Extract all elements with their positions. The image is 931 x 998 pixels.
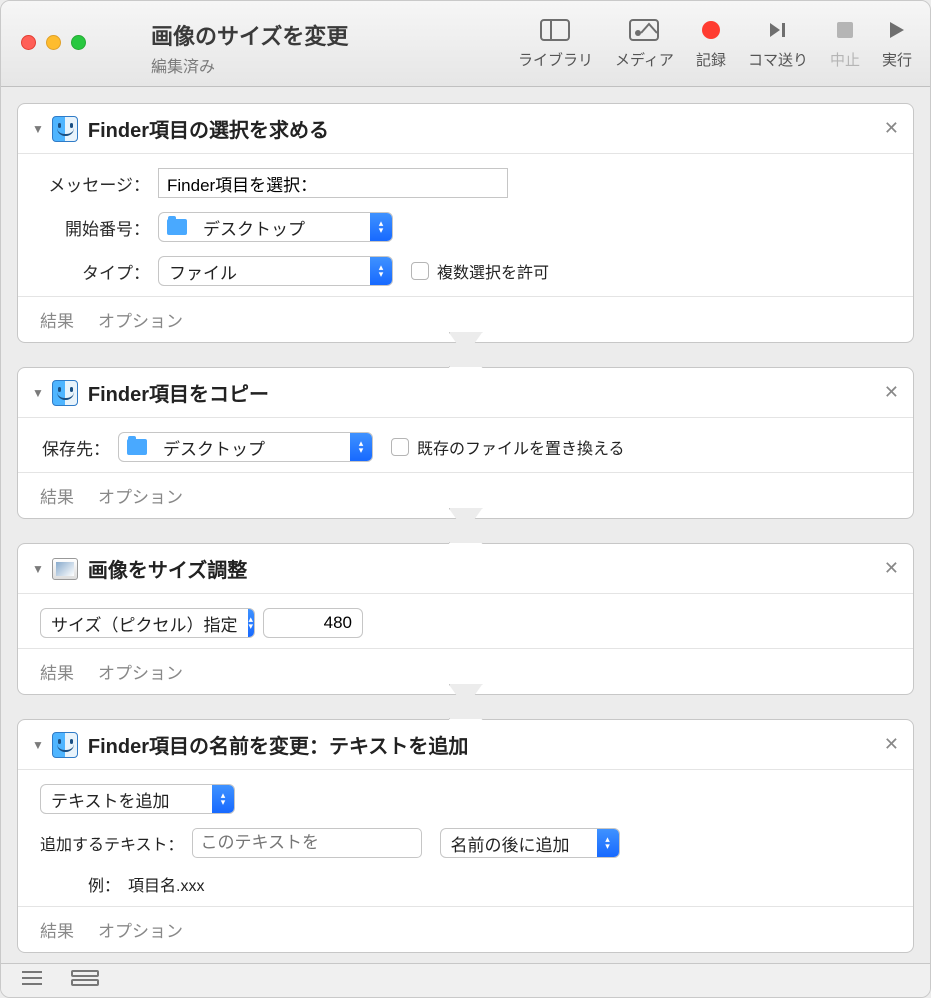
- start-in-label: 開始番号：: [40, 215, 150, 240]
- media-icon: [629, 15, 659, 45]
- results-button[interactable]: 結果: [40, 917, 74, 942]
- toolbar: ライブラリ メディア 記録 コマ送り: [518, 15, 912, 70]
- scale-mode-value: サイズ（ピクセル）指定: [41, 611, 248, 636]
- action-title: 画像をサイズ調整: [88, 554, 884, 583]
- toolbar-step-button[interactable]: コマ送り: [748, 15, 808, 70]
- type-value: ファイル: [159, 259, 370, 284]
- disclosure-triangle-icon[interactable]: ▼: [32, 562, 44, 576]
- window-minimize-button[interactable]: [46, 35, 61, 50]
- action-remove-button[interactable]: ✕: [884, 118, 899, 139]
- size-input[interactable]: [263, 608, 363, 638]
- workflow-canvas[interactable]: ▼ Finder項目の選択を求める ✕ メッセージ： 開始番号： デスクトップ: [1, 87, 930, 963]
- disclosure-triangle-icon[interactable]: ▼: [32, 738, 44, 752]
- rename-mode-popup[interactable]: テキストを追加: [40, 784, 235, 814]
- disclosure-triangle-icon[interactable]: ▼: [32, 386, 44, 400]
- add-text-input[interactable]: [192, 828, 422, 858]
- action-title: Finder項目の選択を求める: [88, 114, 884, 143]
- step-icon: [767, 15, 789, 45]
- finder-icon: [52, 116, 78, 142]
- message-input[interactable]: [158, 168, 508, 198]
- toolbar-record-button[interactable]: 記録: [696, 15, 726, 70]
- rename-mode-value: テキストを追加: [41, 787, 212, 812]
- toolbar-media-label: メディア: [615, 49, 674, 70]
- scale-mode-popup[interactable]: サイズ（ピクセル）指定: [40, 608, 255, 638]
- window-close-button[interactable]: [21, 35, 36, 50]
- options-button[interactable]: オプション: [98, 307, 183, 332]
- results-button[interactable]: 結果: [40, 307, 74, 332]
- text-position-popup[interactable]: 名前の後に追加: [440, 828, 620, 858]
- popup-arrows-icon: [370, 257, 392, 285]
- toolbar-run-button[interactable]: 実行: [882, 15, 912, 70]
- toolbar-run-label: 実行: [882, 49, 912, 70]
- automator-window: 画像のサイズを変更 編集済み ライブラリ メディア 記録: [0, 0, 931, 998]
- action-title: Finder項目をコピー: [88, 378, 884, 407]
- message-label: メッセージ：: [40, 171, 150, 196]
- action-rename-finder-items[interactable]: ▼ Finder項目の名前を変更：テキストを追加 ✕ テキストを追加 追加するテ…: [17, 719, 914, 953]
- action-remove-button[interactable]: ✕: [884, 558, 899, 579]
- log-view-button[interactable]: [21, 970, 43, 991]
- window-controls: [21, 35, 86, 50]
- popup-arrows-icon: [212, 785, 234, 813]
- results-button[interactable]: 結果: [40, 483, 74, 508]
- toolbar-media-button[interactable]: メディア: [615, 15, 674, 70]
- action-title: Finder項目の名前を変更：テキストを追加: [88, 730, 884, 759]
- sidebar-icon: [540, 15, 570, 45]
- replace-existing-checkbox[interactable]: [391, 438, 409, 456]
- options-button[interactable]: オプション: [98, 483, 183, 508]
- example-value: 項目名.xxx: [128, 872, 204, 896]
- record-icon: [700, 15, 722, 45]
- action-remove-button[interactable]: ✕: [884, 734, 899, 755]
- toolbar-library-label: ライブラリ: [518, 49, 593, 70]
- replace-existing-label: 既存のファイルを置き換える: [417, 435, 625, 459]
- connector-icon: [449, 332, 483, 356]
- popup-arrows-icon: [350, 433, 372, 461]
- play-icon: [887, 15, 907, 45]
- stop-icon: [835, 15, 855, 45]
- type-label: タイプ：: [40, 259, 150, 284]
- allow-multiple-checkbox[interactable]: [411, 262, 429, 280]
- connector-icon: [449, 508, 483, 532]
- window-zoom-button[interactable]: [71, 35, 86, 50]
- start-in-popup[interactable]: デスクトップ: [158, 212, 393, 242]
- options-button[interactable]: オプション: [98, 917, 183, 942]
- popup-arrows-icon: [248, 609, 255, 637]
- workflow-view-button[interactable]: [71, 970, 99, 991]
- start-in-value: デスクトップ: [193, 215, 370, 240]
- options-button[interactable]: オプション: [98, 659, 183, 684]
- results-button[interactable]: 結果: [40, 659, 74, 684]
- toolbar-stop-button[interactable]: 中止: [830, 15, 860, 70]
- status-bar: [1, 963, 930, 997]
- action-scale-images[interactable]: ▼ 画像をサイズ調整 ✕ サイズ（ピクセル）指定 結果 オプション: [17, 543, 914, 695]
- type-popup[interactable]: ファイル: [158, 256, 393, 286]
- popup-arrows-icon: [597, 829, 619, 857]
- destination-popup[interactable]: デスクトップ: [118, 432, 373, 462]
- example-label: 例：: [40, 872, 120, 896]
- disclosure-triangle-icon[interactable]: ▼: [32, 122, 44, 136]
- popup-arrows-icon: [370, 213, 392, 241]
- destination-value: デスクトップ: [153, 435, 350, 460]
- add-text-label: 追加するテキスト：: [40, 831, 184, 855]
- finder-icon: [52, 380, 78, 406]
- folder-icon: [167, 219, 187, 235]
- toolbar-record-label: 記録: [696, 49, 726, 70]
- preview-icon: [52, 556, 78, 582]
- titlebar: 画像のサイズを変更 編集済み ライブラリ メディア 記録: [1, 1, 930, 87]
- action-remove-button[interactable]: ✕: [884, 382, 899, 403]
- toolbar-library-button[interactable]: ライブラリ: [518, 15, 593, 70]
- window-title: 画像のサイズを変更: [151, 19, 348, 51]
- action-copy-finder-items[interactable]: ▼ Finder項目をコピー ✕ 保存先： デスクトップ 既存のファイルを置き換…: [17, 367, 914, 519]
- text-position-value: 名前の後に追加: [441, 831, 597, 856]
- toolbar-stop-label: 中止: [830, 49, 860, 70]
- finder-icon: [52, 732, 78, 758]
- destination-label: 保存先：: [40, 435, 110, 460]
- window-subtitle: 編集済み: [151, 53, 348, 77]
- action-ask-for-finder-items[interactable]: ▼ Finder項目の選択を求める ✕ メッセージ： 開始番号： デスクトップ: [17, 103, 914, 343]
- allow-multiple-label: 複数選択を許可: [437, 259, 549, 283]
- toolbar-step-label: コマ送り: [748, 49, 808, 70]
- folder-icon: [127, 439, 147, 455]
- connector-icon: [449, 684, 483, 708]
